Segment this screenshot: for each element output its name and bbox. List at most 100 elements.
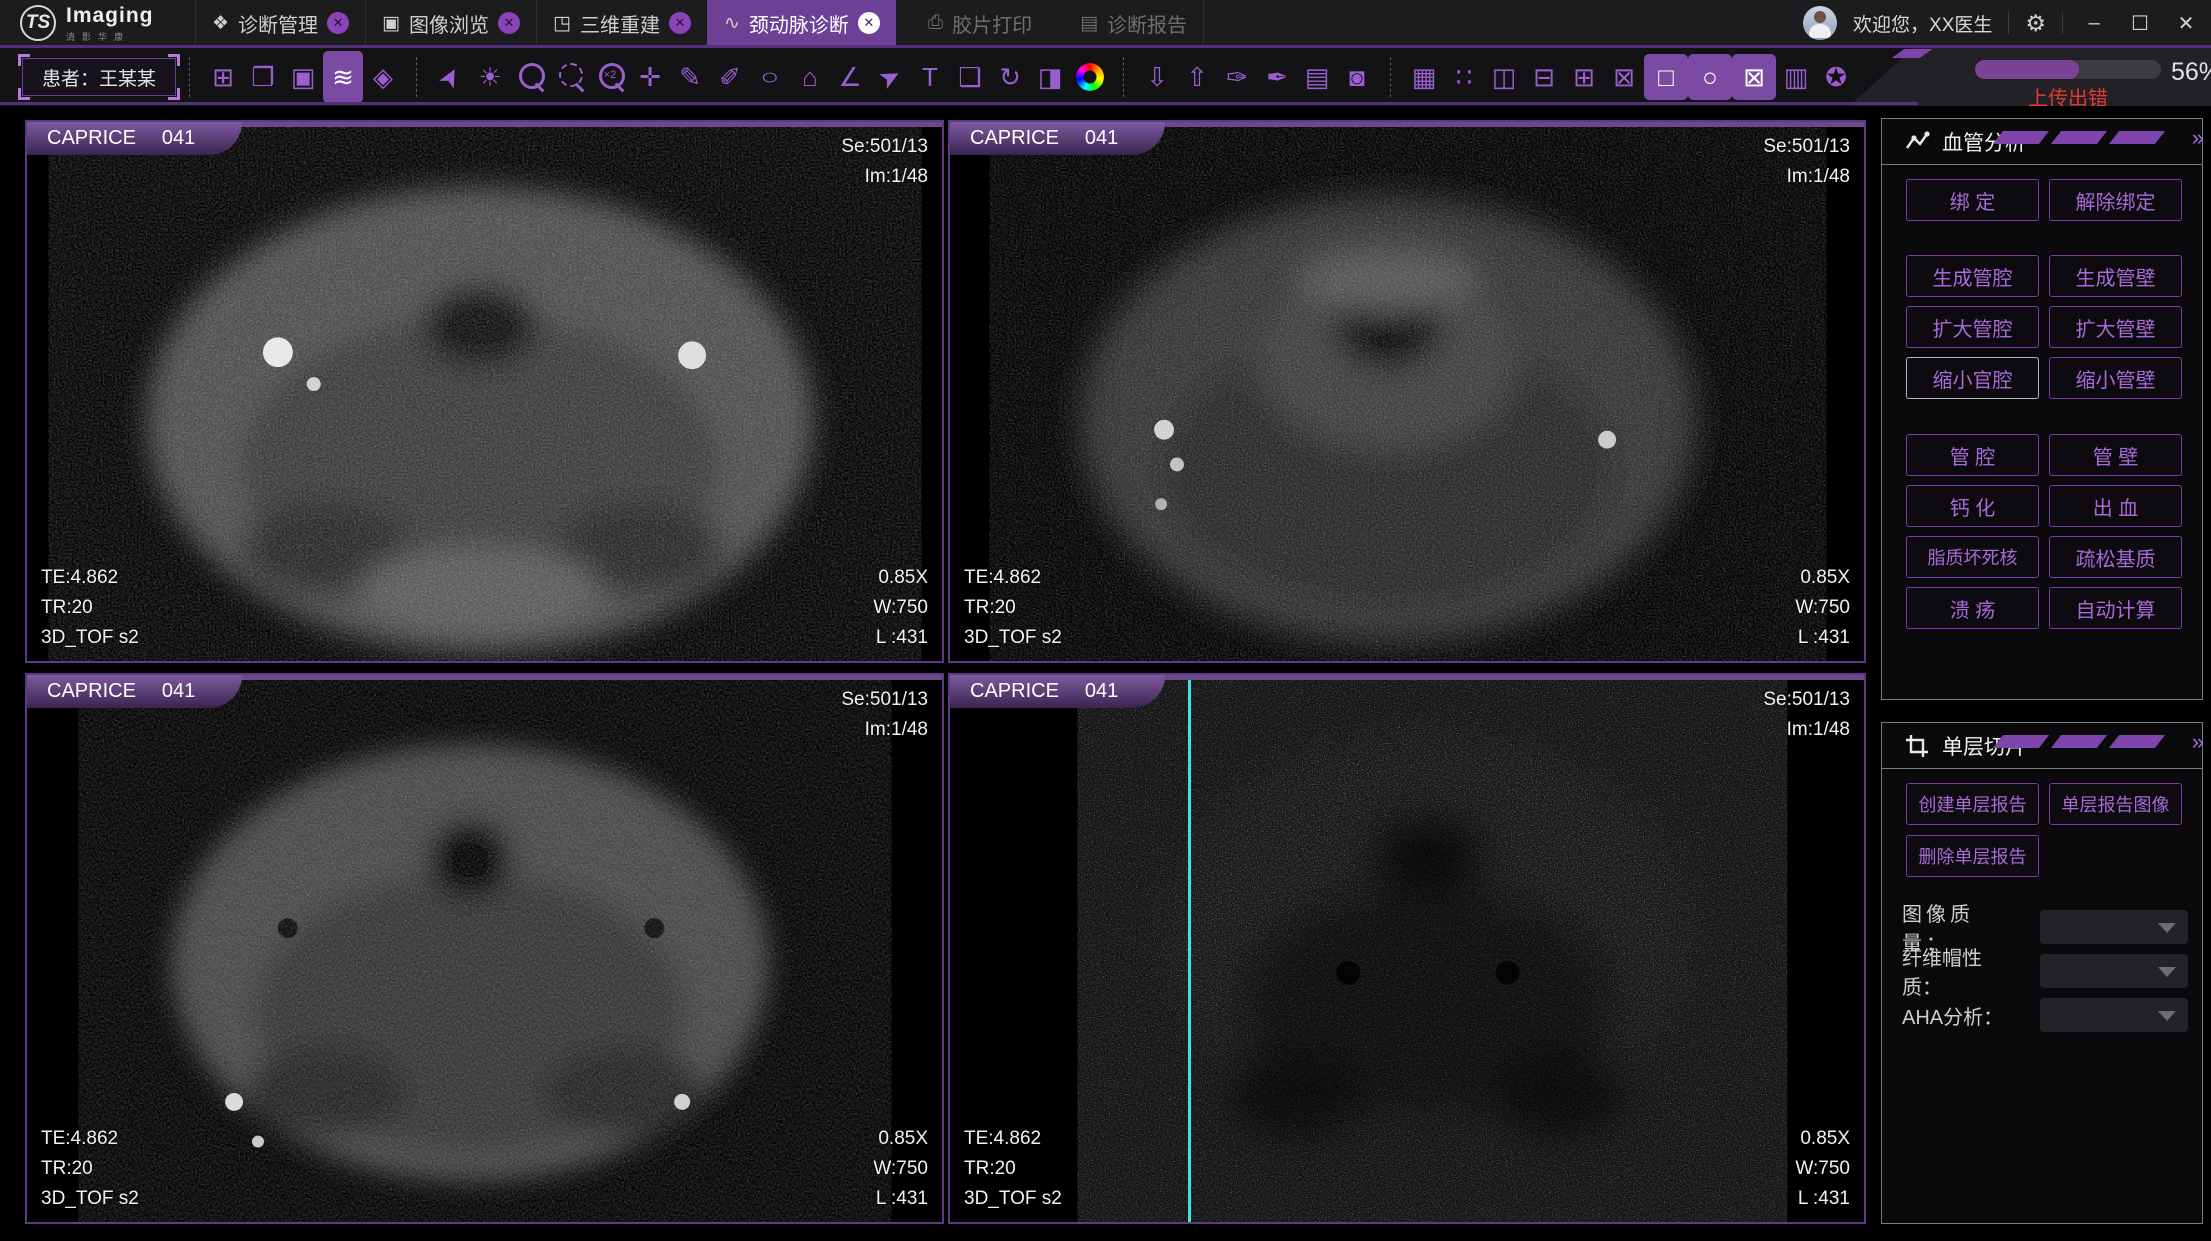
angle-pencil-icon[interactable]: ✐ (710, 51, 750, 103)
header-decor (1998, 735, 2160, 748)
upload-icon[interactable]: ⇧ (1177, 51, 1217, 103)
bind-button[interactable]: 绑 定 (1906, 179, 2039, 221)
grid-2x2-small-layout-icon[interactable]: ∷ (1444, 51, 1484, 103)
ruler-measure-icon[interactable]: ✎ (670, 51, 710, 103)
pan-icon[interactable]: ✛ (630, 51, 670, 103)
wall-button[interactable]: 管 壁 (2049, 434, 2182, 476)
corner-bracket (168, 54, 180, 66)
acquisition-info: TE:4.862TR:203D_TOF s2 (41, 1124, 139, 1214)
shrink-wall-button[interactable]: 缩小管壁 (2049, 357, 2182, 399)
patient-name-field[interactable]: 患者：王某某 (22, 58, 176, 96)
viewport-top-left[interactable]: CAPRICE 041 Se:501/13Im:1/48 TE:4.862TR:… (25, 120, 944, 663)
series-image-info: Se:501/13Im:1/48 (841, 685, 928, 745)
ulcer-button[interactable]: 溃 疡 (1906, 587, 2039, 629)
app-name: Imaging (66, 4, 154, 28)
unbind-button[interactable]: 解除绑定 (2049, 179, 2182, 221)
rotate-3d-icon[interactable]: ↻ (990, 51, 1030, 103)
delete-slice-report-button[interactable]: 删除单层报告 (1906, 835, 2039, 877)
viewport-bottom-right[interactable]: CAPRICE 041 Se:501/13Im:1/48 TE:4.862TR:… (948, 673, 1866, 1224)
add-annotation-icon[interactable]: ❑ (950, 51, 990, 103)
org-chart-icon: ❖ (212, 12, 229, 35)
zoom-region-icon[interactable] (550, 51, 590, 103)
series-name: CAPRICE (970, 680, 1059, 703)
lipid-necrotic-core-button[interactable]: 脂质坏死核 (1906, 536, 2039, 578)
generate-wall-button[interactable]: 生成管壁 (2049, 255, 2182, 297)
aha-analysis-row: AHA分析： (1902, 997, 2188, 1033)
report-add-icon[interactable]: ▤ (1297, 51, 1337, 103)
color-palette-icon[interactable] (1070, 51, 1110, 103)
cube-3d-icon[interactable]: ◈ (363, 51, 403, 103)
zoom-icon[interactable] (510, 51, 550, 103)
grid-close-layout-icon[interactable]: ⊠ (1604, 51, 1644, 103)
cursor-icon[interactable]: ➤ (430, 51, 470, 103)
upload-progress-bar (1975, 60, 2161, 79)
slice-report-image-button[interactable]: 单层报告图像 (2049, 783, 2182, 825)
brightness-contrast-icon[interactable]: ☀ (470, 51, 510, 103)
image-browse-icon[interactable]: ▣ (283, 51, 323, 103)
tab-image-browse[interactable]: ▣ 图像浏览 ✕ (365, 0, 536, 46)
loose-matrix-button[interactable]: 疏松基质 (2049, 536, 2182, 578)
polygon-roi-icon[interactable]: ⌂ (790, 51, 830, 103)
split-horizontal-layout-icon[interactable]: ⊟ (1524, 51, 1564, 103)
calcification-button[interactable]: 钙 化 (1906, 485, 2039, 527)
close-view-layout-icon[interactable]: ⊠ (1732, 54, 1776, 100)
tab-film-print[interactable]: ⎙ 胶片打印 (912, 0, 1048, 46)
split-vertical-layout-icon[interactable]: ◫ (1484, 51, 1524, 103)
auto-calculate-button[interactable]: 自动计算 (2049, 587, 2182, 629)
new-study-icon[interactable]: ⊞ (203, 51, 243, 103)
maximize-button[interactable]: ☐ (2125, 11, 2155, 36)
corner-bracket (168, 88, 180, 100)
text-annotation-icon[interactable]: T (910, 51, 950, 103)
series-number: 041 (162, 680, 195, 703)
single-view-layout-icon[interactable]: □ (1644, 54, 1688, 100)
close-icon[interactable]: ✕ (669, 12, 691, 34)
ai-assistant-icon[interactable]: ✪ (1816, 51, 1856, 103)
create-slice-report-button[interactable]: 创建单层报告 (1906, 783, 2039, 825)
angle-measure-icon[interactable]: ∠ (830, 51, 870, 103)
enlarge-lumen-button[interactable]: 扩大管腔 (1906, 306, 2039, 348)
collapse-chevrons-icon[interactable]: » (2192, 729, 2204, 755)
pen-underline-tool-icon[interactable]: ✒ (1257, 51, 1297, 103)
download-icon[interactable]: ⇩ (1137, 51, 1177, 103)
invert-grayscale-icon[interactable]: ◨ (1030, 51, 1070, 103)
close-icon[interactable]: ✕ (327, 12, 349, 34)
filmstrip-icon[interactable]: ▥ (1776, 51, 1816, 103)
enlarge-wall-button[interactable]: 扩大管壁 (2049, 306, 2182, 348)
minimize-button[interactable]: – (2079, 12, 2109, 35)
tab-3d-reconstruction[interactable]: ◳ 三维重建 ✕ (536, 0, 707, 46)
series-image-info: Se:501/13Im:1/48 (1763, 132, 1850, 192)
series-number: 041 (162, 127, 195, 150)
circle-view-layout-icon[interactable]: ○ (1688, 54, 1732, 100)
fibrous-cap-label: 纤维帽性质： (1902, 942, 2018, 1000)
grid-3x3-layout-icon[interactable]: ▦ (1404, 51, 1444, 103)
reference-line[interactable] (1188, 675, 1191, 1222)
lumen-button[interactable]: 管 腔 (1906, 434, 2039, 476)
settings-gear-icon[interactable]: ⚙ (2025, 10, 2046, 37)
image-quality-dropdown[interactable] (2040, 910, 2188, 944)
tab-carotid-diagnosis[interactable]: ∿ 颈动脉诊断 ✕ (707, 0, 896, 46)
close-icon[interactable]: ✕ (858, 12, 880, 34)
acquisition-info: TE:4.862TR:203D_TOF s2 (41, 563, 139, 653)
aha-analysis-dropdown[interactable] (2040, 998, 2188, 1032)
close-icon[interactable]: ✕ (498, 12, 520, 34)
hemorrhage-button[interactable]: 出 血 (2049, 485, 2182, 527)
viewport-top-right[interactable]: CAPRICE 041 Se:501/13Im:1/48 TE:4.862TR:… (948, 120, 1866, 663)
collapse-chevrons-icon[interactable]: » (2192, 125, 2204, 151)
tab-diagnosis-management[interactable]: ❖ 诊断管理 ✕ (195, 0, 365, 46)
layers-icon[interactable]: ≋ (323, 51, 363, 103)
pen-tool-icon[interactable]: ✑ (1217, 51, 1257, 103)
tab-diagnosis-report[interactable]: ▤ 诊断报告 (1064, 0, 1204, 46)
open-folder-icon[interactable]: ❐ (243, 51, 283, 103)
shrink-lumen-button[interactable]: 缩小官腔 (1906, 357, 2039, 399)
user-avatar[interactable] (1803, 6, 1837, 40)
fibrous-cap-dropdown[interactable] (2040, 954, 2188, 988)
viewport-bottom-left[interactable]: CAPRICE 041 Se:501/13Im:1/48 TE:4.862TR:… (25, 673, 944, 1224)
close-window-button[interactable]: ✕ (2171, 11, 2201, 36)
zoom-2x-icon[interactable]: ×2 (590, 51, 630, 103)
ellipse-roi-icon[interactable]: ○ (750, 51, 790, 103)
grid-2x2-layout-icon[interactable]: ⊞ (1564, 51, 1604, 103)
toolbar-separator (416, 57, 417, 97)
arrow-annotation-icon[interactable]: ➤ (870, 51, 910, 103)
generate-lumen-button[interactable]: 生成管腔 (1906, 255, 2039, 297)
image-export-icon[interactable]: ◙ (1337, 51, 1377, 103)
